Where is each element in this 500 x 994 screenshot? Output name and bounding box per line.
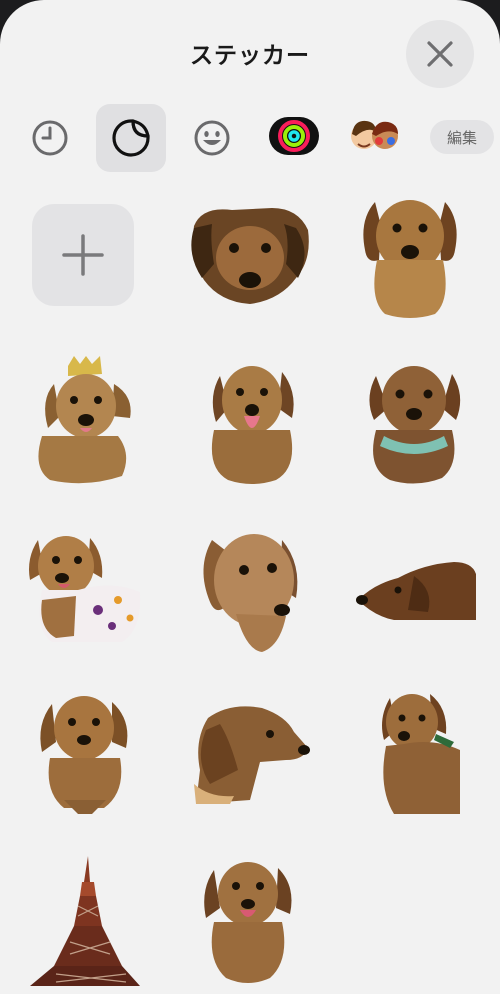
- dog-sticker: [40, 696, 128, 814]
- dog-sticker: [29, 536, 141, 642]
- close-button[interactable]: [406, 20, 474, 88]
- memoji-icon: [351, 120, 398, 149]
- sticker-13[interactable]: [200, 856, 350, 994]
- dog-sticker: [382, 694, 460, 814]
- xmark-icon: [427, 41, 453, 67]
- sticker-5[interactable]: [360, 356, 500, 506]
- tab-activity[interactable]: [266, 114, 322, 158]
- plus-icon: [62, 234, 104, 276]
- sticker-4[interactable]: [200, 356, 350, 506]
- dog-sticker: [38, 356, 131, 484]
- activity-rings-icon: [269, 117, 319, 155]
- add-sticker-button[interactable]: [32, 204, 134, 306]
- dog-sticker: [191, 208, 309, 304]
- clock-icon: [32, 120, 68, 156]
- dog-sticker: [356, 562, 476, 620]
- sticker-1[interactable]: [180, 200, 330, 350]
- smiley-icon: [194, 120, 230, 156]
- dog-sticker: [194, 706, 310, 804]
- tower-sticker: [30, 856, 140, 986]
- dog-sticker: [363, 200, 457, 318]
- dog-sticker: [369, 366, 461, 484]
- sticker-11[interactable]: [374, 688, 500, 838]
- sticker-3[interactable]: [22, 356, 172, 506]
- tab-memoji[interactable]: [346, 112, 404, 162]
- sticker-6[interactable]: [22, 530, 172, 680]
- add-sticker-cell: [0, 180, 150, 330]
- sticker-9[interactable]: [34, 688, 184, 838]
- tab-recent[interactable]: [20, 110, 80, 166]
- dog-sticker: [211, 366, 294, 484]
- sticker-10[interactable]: [190, 700, 340, 850]
- dog-sticker: [204, 862, 292, 983]
- edit-button[interactable]: 編集: [430, 120, 494, 154]
- tab-stickers[interactable]: [96, 104, 166, 172]
- category-tabs: 編集: [0, 100, 500, 176]
- sticker-7[interactable]: [196, 524, 346, 674]
- sticker-grid: [0, 180, 500, 994]
- sticker-8[interactable]: [354, 550, 500, 700]
- dog-sticker: [203, 534, 298, 652]
- tab-emoji[interactable]: [182, 110, 242, 166]
- sticker-peel-icon: [112, 119, 150, 157]
- sticker-12[interactable]: [26, 856, 176, 994]
- sticker-sheet: ステッカー 編集: [0, 0, 500, 994]
- sticker-2[interactable]: [355, 190, 500, 340]
